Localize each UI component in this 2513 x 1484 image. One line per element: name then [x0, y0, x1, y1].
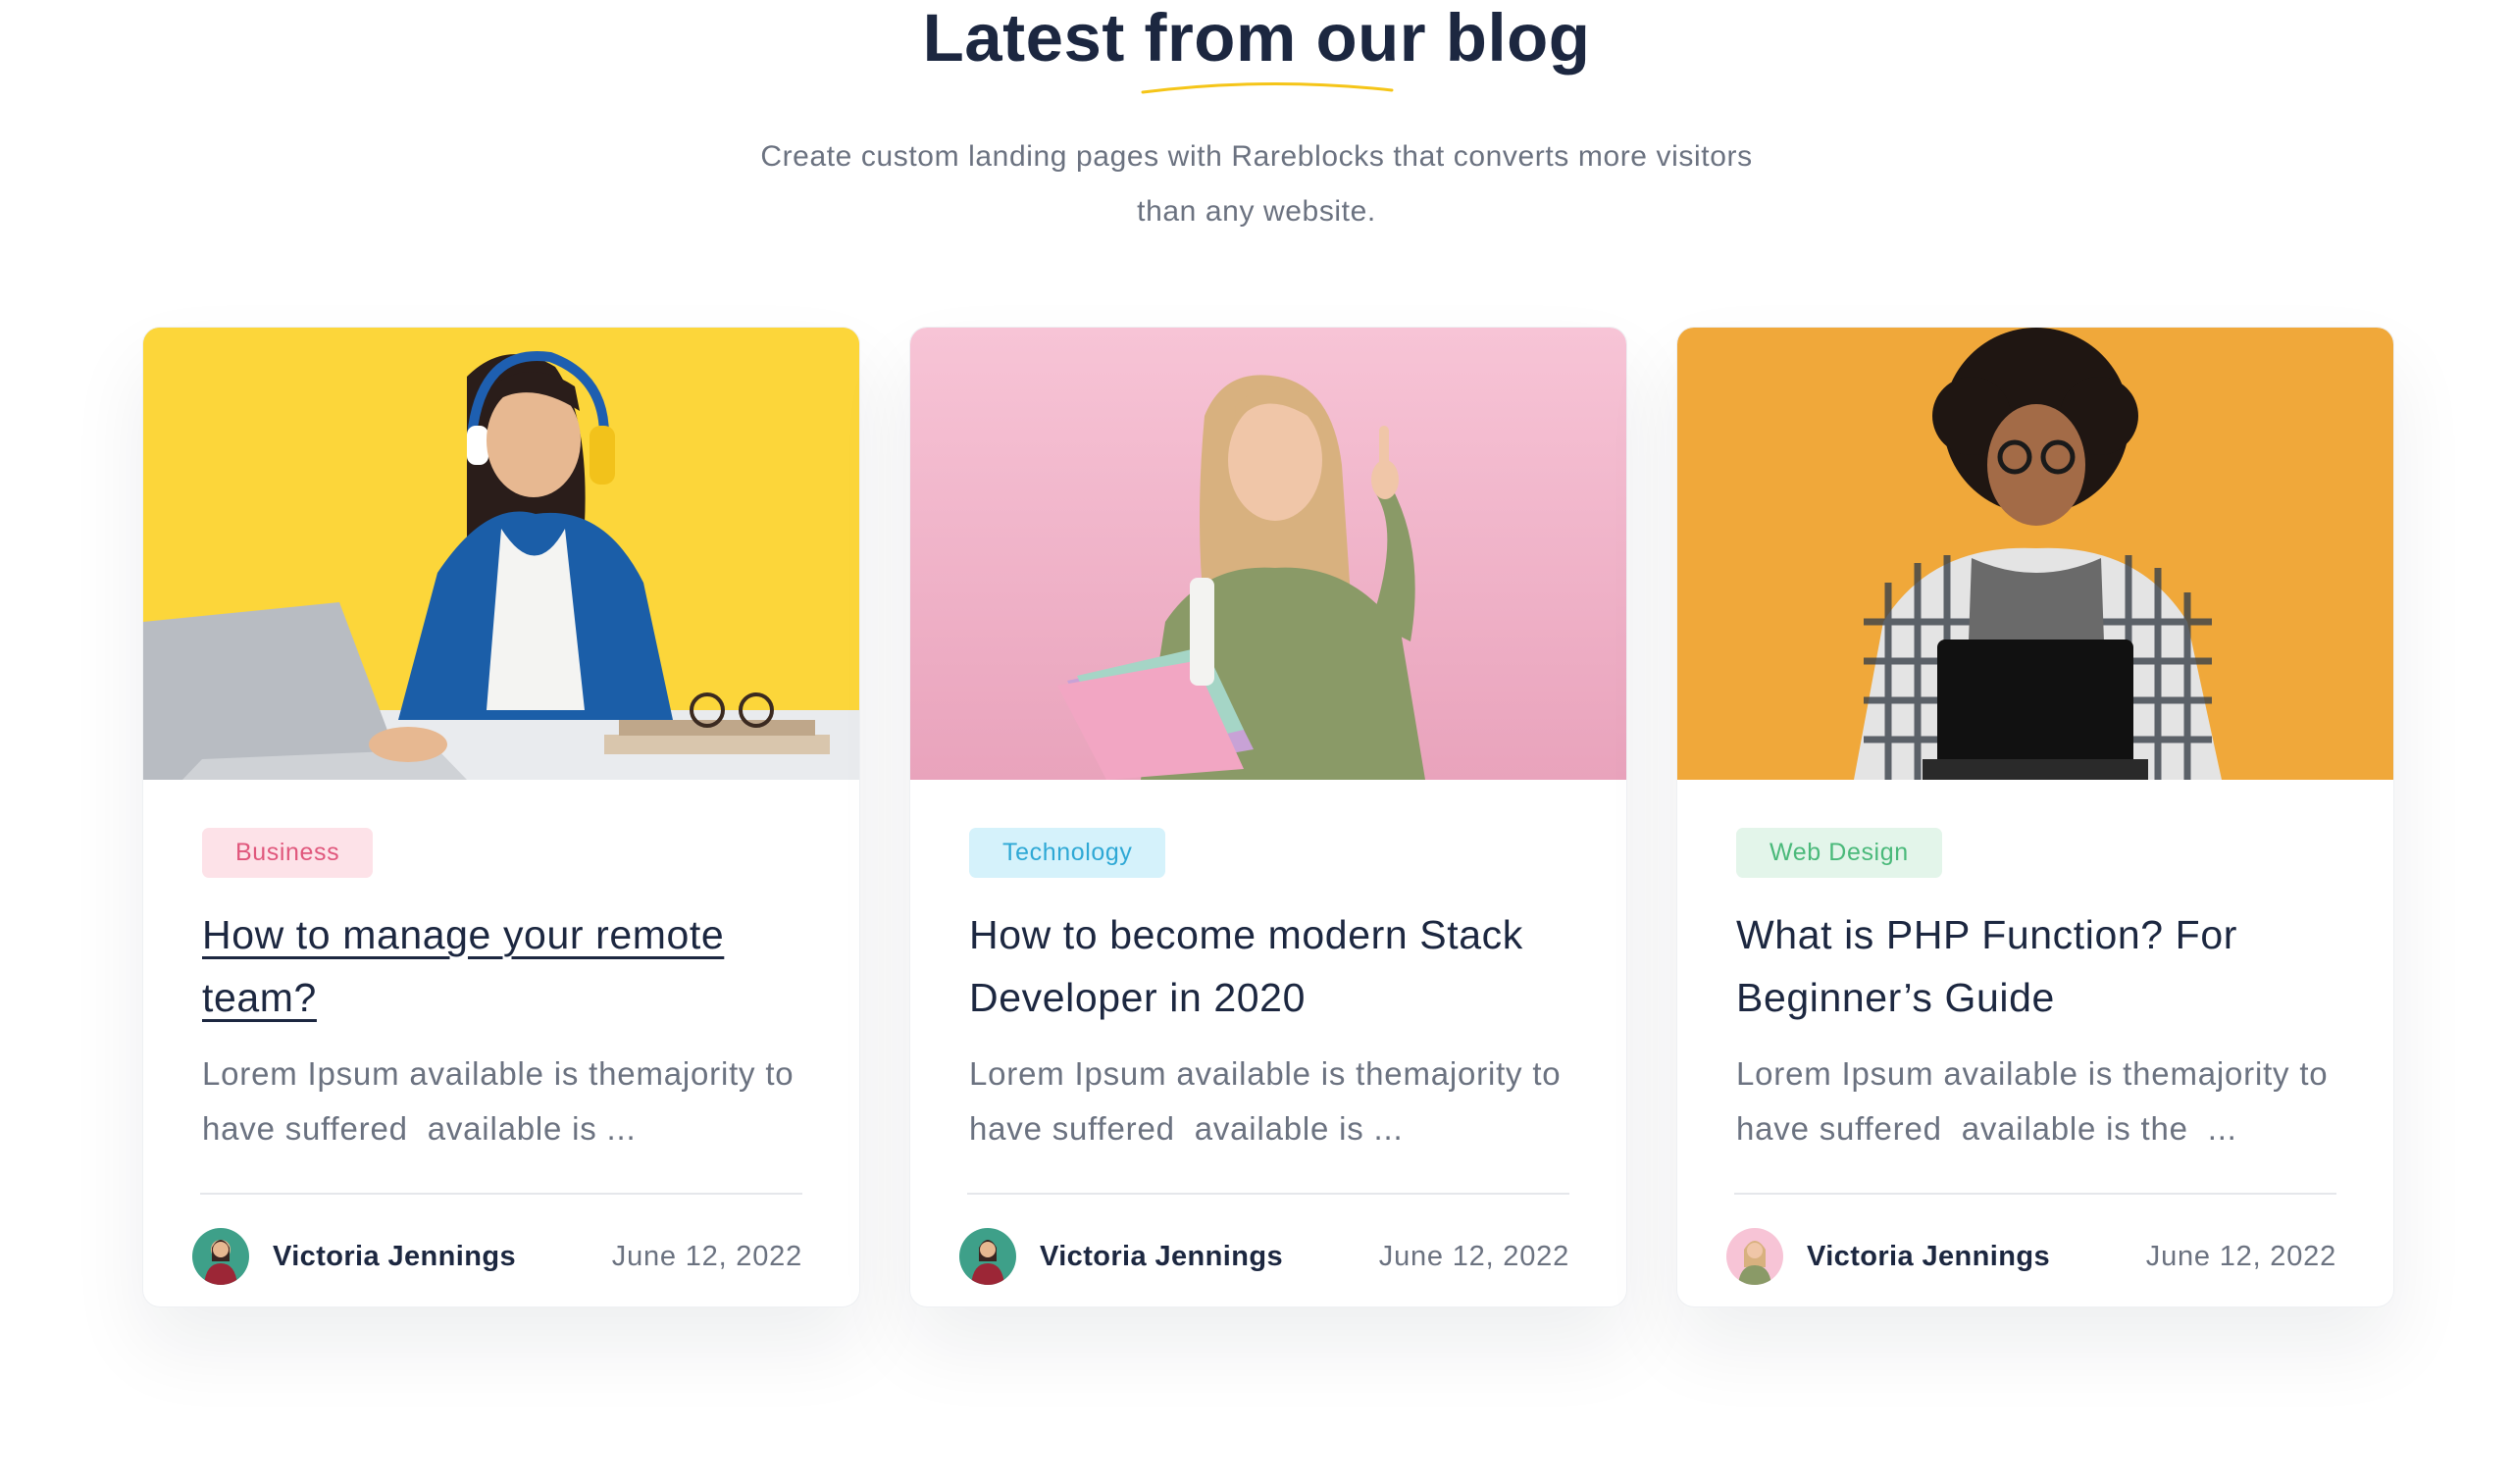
- post-image[interactable]: [1677, 328, 2393, 780]
- section-title: Latest from our blog: [922, 0, 1591, 76]
- post-excerpt: Lorem Ipsum available is themajority to …: [202, 1055, 804, 1147]
- author-avatar[interactable]: [1726, 1228, 1783, 1285]
- man-holding-laptop-image: [1677, 328, 2393, 780]
- card-divider: [1734, 1193, 2336, 1195]
- card-body: Web Design What is PHP Function? For Beg…: [1736, 828, 2336, 1156]
- card-body: Technology How to become modern Stack De…: [969, 828, 1569, 1156]
- author-name[interactable]: Victoria Jennings: [273, 1241, 516, 1273]
- card-divider: [967, 1193, 1569, 1195]
- card-body: Business How to manage your remote team?…: [202, 828, 802, 1156]
- card-footer: Victoria Jennings June 12, 2022: [959, 1227, 1569, 1286]
- post-title-link[interactable]: How to manage your remote team?: [202, 903, 802, 1029]
- post-title-link[interactable]: What is PHP Function? For Beginner’s Gui…: [1736, 903, 2336, 1029]
- post-title-link[interactable]: How to become modern Stack Developer in …: [969, 903, 1569, 1029]
- woman-holding-notebooks-pointing-up-image: [910, 328, 1626, 780]
- section-subtitle: Create custom landing pages with Rareblo…: [760, 140, 1753, 228]
- author-avatar[interactable]: [192, 1228, 249, 1285]
- author-name[interactable]: Victoria Jennings: [1807, 1241, 2050, 1273]
- post-date: June 12, 2022: [1378, 1240, 1569, 1272]
- title-underline-decoration: [1141, 81, 1394, 94]
- post-image[interactable]: [143, 328, 859, 780]
- blog-section: Latest from our blog Create custom landi…: [0, 0, 2513, 1484]
- post-date: June 12, 2022: [611, 1240, 802, 1272]
- category-tag[interactable]: Technology: [969, 828, 1166, 878]
- blog-card[interactable]: Web Design What is PHP Function? For Beg…: [1676, 327, 2394, 1307]
- category-tag[interactable]: Web Design: [1736, 828, 1942, 878]
- category-tag[interactable]: Business: [202, 828, 374, 878]
- blog-card[interactable]: Technology How to become modern Stack De…: [909, 327, 1627, 1307]
- card-footer: Victoria Jennings June 12, 2022: [1726, 1227, 2336, 1286]
- blog-card[interactable]: Business How to manage your remote team?…: [142, 327, 860, 1307]
- card-footer: Victoria Jennings June 12, 2022: [192, 1227, 802, 1286]
- card-divider: [200, 1193, 802, 1195]
- post-date: June 12, 2022: [2145, 1240, 2336, 1272]
- post-image[interactable]: [910, 328, 1626, 780]
- post-excerpt: Lorem Ipsum available is themajority to …: [1736, 1055, 2338, 1147]
- woman-with-headphones-at-laptop-image: [143, 328, 859, 780]
- author-name[interactable]: Victoria Jennings: [1040, 1241, 1283, 1273]
- post-excerpt: Lorem Ipsum available is themajority to …: [969, 1055, 1571, 1147]
- author-avatar[interactable]: [959, 1228, 1016, 1285]
